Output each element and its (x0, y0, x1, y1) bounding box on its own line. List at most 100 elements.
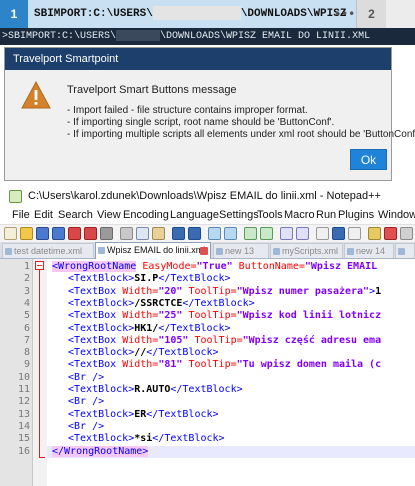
code-token-attr: ToolTip= (188, 334, 243, 346)
code-token-tag: <TextBox (68, 285, 117, 297)
doc-tab-wpisz-email[interactable]: Wpisz EMAIL do linii.xml (95, 242, 211, 259)
command-end: \DOWNLOADS\WPISZ EMAIL DO LINII.XML (160, 31, 371, 42)
redo-icon[interactable] (188, 227, 201, 240)
word-wrap-icon[interactable] (316, 227, 329, 240)
tab-path-end: \DOWNLOADS\WPISZ (240, 8, 347, 20)
code-token-attr: ButtonName= (232, 261, 305, 272)
fold-guide (39, 270, 40, 458)
menu-view[interactable]: View (97, 209, 121, 221)
terminal-command-line[interactable]: >SBIMPORT:C:\USERS\ \DOWNLOADS\WPISZ EMAI… (0, 28, 415, 45)
code-line[interactable]: <Br /> (68, 421, 104, 432)
code-line[interactable]: <TextBlock>SI.P</TextBlock> (68, 273, 231, 284)
close-all-icon[interactable] (84, 227, 97, 240)
code-token-txt: SI.P (134, 273, 159, 285)
cut-icon[interactable] (120, 227, 133, 240)
line-number: 16 (17, 445, 30, 457)
code-line[interactable]: <TextBlock>/SSRCTCE</TextBlock> (68, 298, 255, 309)
code-token-tag: </TextBlock> (158, 273, 231, 285)
menu-file[interactable]: File (12, 209, 30, 221)
code-token-tag: <TextBlock> (68, 433, 135, 445)
zoom-out-icon[interactable] (260, 227, 273, 240)
indent-guide-icon[interactable] (348, 227, 361, 240)
file-icon (273, 248, 280, 255)
line-number: 4 (23, 297, 30, 309)
doc-tab-myscripts[interactable]: myScripts.xml (270, 243, 343, 258)
menu-edit[interactable]: Edit (34, 209, 53, 221)
dialog-title: Travelport Smartpoint (5, 48, 391, 70)
file-icon (347, 248, 354, 255)
menu-settings[interactable]: Settings (219, 209, 259, 221)
ok-button[interactable]: Ok (350, 149, 387, 170)
file-icon (216, 248, 223, 255)
replace-icon[interactable] (224, 227, 237, 240)
doc-tab-new-14[interactable]: new 14 (344, 243, 394, 258)
more-options-icon[interactable]: ••• (334, 0, 355, 28)
terminal-tab-2-number[interactable]: 2 (356, 0, 386, 28)
record-macro-icon[interactable] (384, 227, 397, 240)
line-number: 14 (17, 420, 30, 432)
code-token-tag: <TextBox (68, 334, 117, 346)
doc-tab-new-13[interactable]: new 13 (213, 243, 269, 258)
code-token-tag: <WrongRootName (52, 261, 137, 272)
code-line[interactable]: </WrongRootName> (52, 445, 149, 457)
print-icon[interactable] (100, 227, 113, 240)
fold-toggle-icon[interactable]: − (35, 261, 44, 270)
code-token-tag: </TextBlock> (146, 408, 219, 420)
file-icon (98, 247, 105, 254)
doc-tab-test-datetime[interactable]: test datetime.xml (2, 243, 94, 258)
menu-macro[interactable]: Macro (284, 209, 315, 221)
zoom-in-icon[interactable] (244, 227, 257, 240)
code-token-tag: <TextBlock> (68, 408, 135, 420)
code-token-val: "Wpisz numer pasażera" (236, 285, 370, 297)
code-token-tag: <TextBox (68, 359, 117, 371)
menu-window[interactable]: Window (378, 209, 415, 221)
terminal-tab-active[interactable]: SBIMPORT:C:\USERS\ \DOWNLOADS\WPISZ (28, 0, 356, 28)
sync-h-icon[interactable] (296, 227, 309, 240)
code-line[interactable]: <TextBlock>HK1/</TextBlock> (68, 323, 231, 334)
find-icon[interactable] (208, 227, 221, 240)
code-token-tag: </WrongRootName> (52, 445, 149, 457)
open-file-icon[interactable] (20, 227, 33, 240)
code-line[interactable]: <TextBox Width="20" ToolTip="Wpisz numer… (68, 286, 381, 297)
menu-tools[interactable]: Tools (257, 209, 283, 221)
save-icon[interactable] (36, 227, 49, 240)
code-token-tag: <TextBlock> (68, 347, 135, 359)
code-line[interactable]: <TextBox Width="105" ToolTip="Wpisz częś… (68, 335, 381, 346)
tab-path-start: SBIMPORT:C:\USERS\ (34, 8, 153, 20)
stop-macro-icon[interactable] (400, 227, 413, 240)
copy-icon[interactable] (136, 227, 149, 240)
code-line[interactable]: <Br /> (68, 372, 104, 383)
line-number: 15 (17, 433, 30, 445)
document-map-icon[interactable] (368, 227, 381, 240)
sync-v-icon[interactable] (280, 227, 293, 240)
show-all-chars-icon[interactable] (332, 227, 345, 240)
code-line[interactable]: <TextBox Width="25" ToolTip="Wpisz kod l… (68, 310, 381, 321)
menu-plugins[interactable]: Plugins (338, 209, 374, 221)
redacted-username-cmd (116, 29, 161, 41)
code-line[interactable]: <WrongRootName EasyMode="True" ButtonNam… (52, 261, 377, 272)
command-start: >SBIMPORT:C:\USERS\ (2, 31, 117, 42)
save-all-icon[interactable] (52, 227, 65, 240)
code-token-txt: 1 (375, 285, 382, 297)
doc-tab-more[interactable] (395, 243, 415, 258)
paste-icon[interactable] (152, 227, 165, 240)
menu-language[interactable]: Language (170, 209, 219, 221)
new-file-icon[interactable] (4, 227, 17, 240)
code-token-tag: <TextBlock> (68, 384, 135, 395)
close-file-icon[interactable] (68, 227, 81, 240)
code-line[interactable]: <TextBox Width="81" ToolTip="Tu wpisz do… (68, 359, 381, 370)
menu-encoding[interactable]: Encoding (123, 209, 169, 221)
code-token-tag: </TextBlock> (146, 347, 219, 359)
menu-run[interactable]: Run (316, 209, 336, 221)
menu-search[interactable]: Search (58, 209, 93, 221)
code-line[interactable]: <TextBlock>ER</TextBlock> (68, 409, 219, 420)
close-tab-icon[interactable] (200, 247, 208, 255)
code-line[interactable]: <TextBlock>//</TextBlock> (68, 347, 219, 358)
code-line[interactable]: <TextBlock>R.AUTO</TextBlock> (68, 384, 243, 395)
undo-icon[interactable] (172, 227, 185, 240)
line-number: 5 (23, 310, 30, 322)
code-line[interactable]: <Br /> (68, 396, 104, 407)
code-line[interactable]: <TextBlock>*si</TextBlock> (68, 433, 225, 444)
warning-icon (21, 81, 51, 109)
terminal-tab-1-number[interactable]: 1 (0, 0, 28, 28)
